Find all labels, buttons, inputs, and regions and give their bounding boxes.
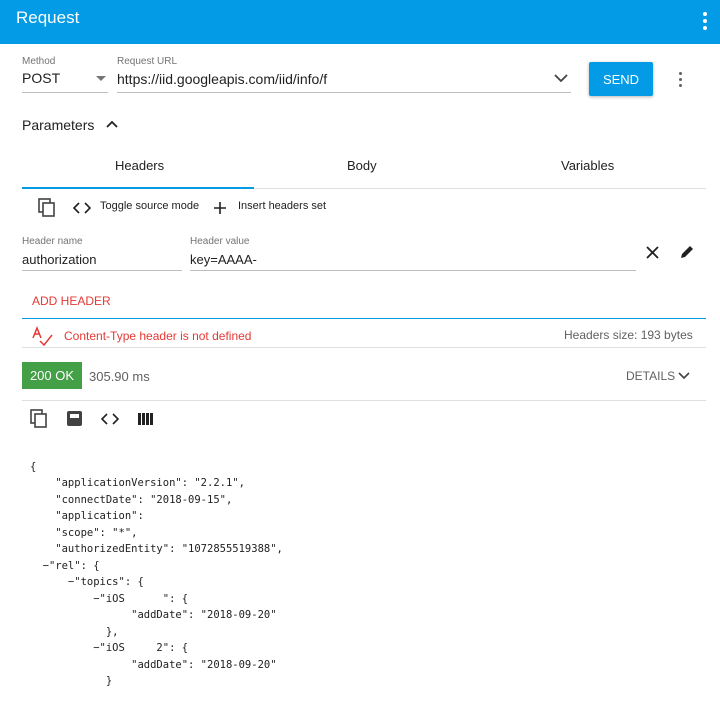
chevron-down-icon[interactable]: [678, 372, 690, 380]
toggle-source-mode[interactable]: Toggle source mode: [100, 200, 199, 212]
copy-icon[interactable]: [30, 409, 48, 429]
json-line: "addDate": "2018-09-20": [30, 609, 277, 621]
json-line[interactable]: −"iOS 2": {: [30, 640, 283, 657]
warning-text: Content-Type header is not defined: [64, 329, 252, 343]
response-time: 305.90 ms: [89, 369, 150, 384]
add-icon[interactable]: [213, 201, 227, 215]
close-icon[interactable]: [646, 246, 659, 259]
code-icon[interactable]: [101, 413, 119, 425]
json-line[interactable]: −"rel": {: [30, 558, 283, 575]
save-icon[interactable]: [66, 410, 83, 427]
header-name-input[interactable]: authorization: [22, 252, 96, 267]
json-line: "application":: [30, 510, 144, 522]
parameters-toggle[interactable]: Parameters: [22, 117, 94, 133]
app-title: Request: [16, 8, 80, 27]
chevron-up-icon[interactable]: [106, 120, 118, 128]
method-value: POST: [22, 70, 61, 86]
code-icon[interactable]: [73, 202, 91, 214]
add-header-button[interactable]: ADD HEADER: [32, 294, 111, 308]
json-response: { "applicationVersion": "2.2.1", "connec…: [30, 442, 283, 706]
request-menu-icon[interactable]: [676, 70, 686, 88]
app-bar: Request: [0, 0, 720, 44]
send-button[interactable]: SEND: [589, 62, 653, 96]
tab-indicator: [22, 187, 254, 189]
url-label: Request URL: [117, 56, 178, 67]
details-label: DETAILS: [626, 369, 676, 383]
json-line: "applicationVersion": "2.2.1",: [30, 477, 245, 489]
json-line: {: [30, 460, 37, 473]
json-line: "authorizedEntity": "1072855519388",: [30, 543, 283, 555]
json-line: },: [30, 625, 119, 638]
json-line: "scope": "*",: [30, 526, 138, 539]
details-button[interactable]: DETAILS: [626, 369, 675, 383]
url-input[interactable]: https://iid.googleapis.com/iid/info/f: [117, 71, 557, 87]
edit-icon[interactable]: [679, 244, 695, 260]
copy-icon[interactable]: [38, 198, 56, 218]
status-badge: 200 OK: [22, 362, 82, 389]
json-line: "addDate": "2018-09-20": [30, 658, 277, 671]
tab-body[interactable]: Body: [347, 158, 377, 173]
headers-size: Headers size: 193 bytes: [564, 328, 693, 342]
chevron-down-icon[interactable]: [554, 74, 568, 83]
method-select[interactable]: POST: [22, 70, 108, 92]
insert-headers-set[interactable]: Insert headers set: [238, 200, 326, 212]
dropdown-arrow-icon: [96, 76, 106, 81]
columns-icon[interactable]: [137, 412, 154, 426]
tab-headers[interactable]: Headers: [115, 158, 164, 173]
json-line[interactable]: −"topics": {: [30, 574, 283, 591]
json-line: "connectDate": "2018-09-15",: [30, 493, 233, 506]
method-label: Method: [22, 56, 56, 67]
header-value-label: Header value: [190, 236, 250, 247]
spellcheck-warning-icon: [32, 326, 53, 346]
header-value-input[interactable]: key=AAAA-: [190, 252, 257, 267]
json-line[interactable]: −"iOS ": {: [30, 591, 283, 608]
header-name-label: Header name: [22, 236, 83, 247]
more-vert-icon[interactable]: [700, 10, 710, 32]
json-line: }: [30, 675, 113, 687]
parameters-label: Parameters: [22, 117, 95, 133]
tab-variables[interactable]: Variables: [561, 158, 614, 173]
